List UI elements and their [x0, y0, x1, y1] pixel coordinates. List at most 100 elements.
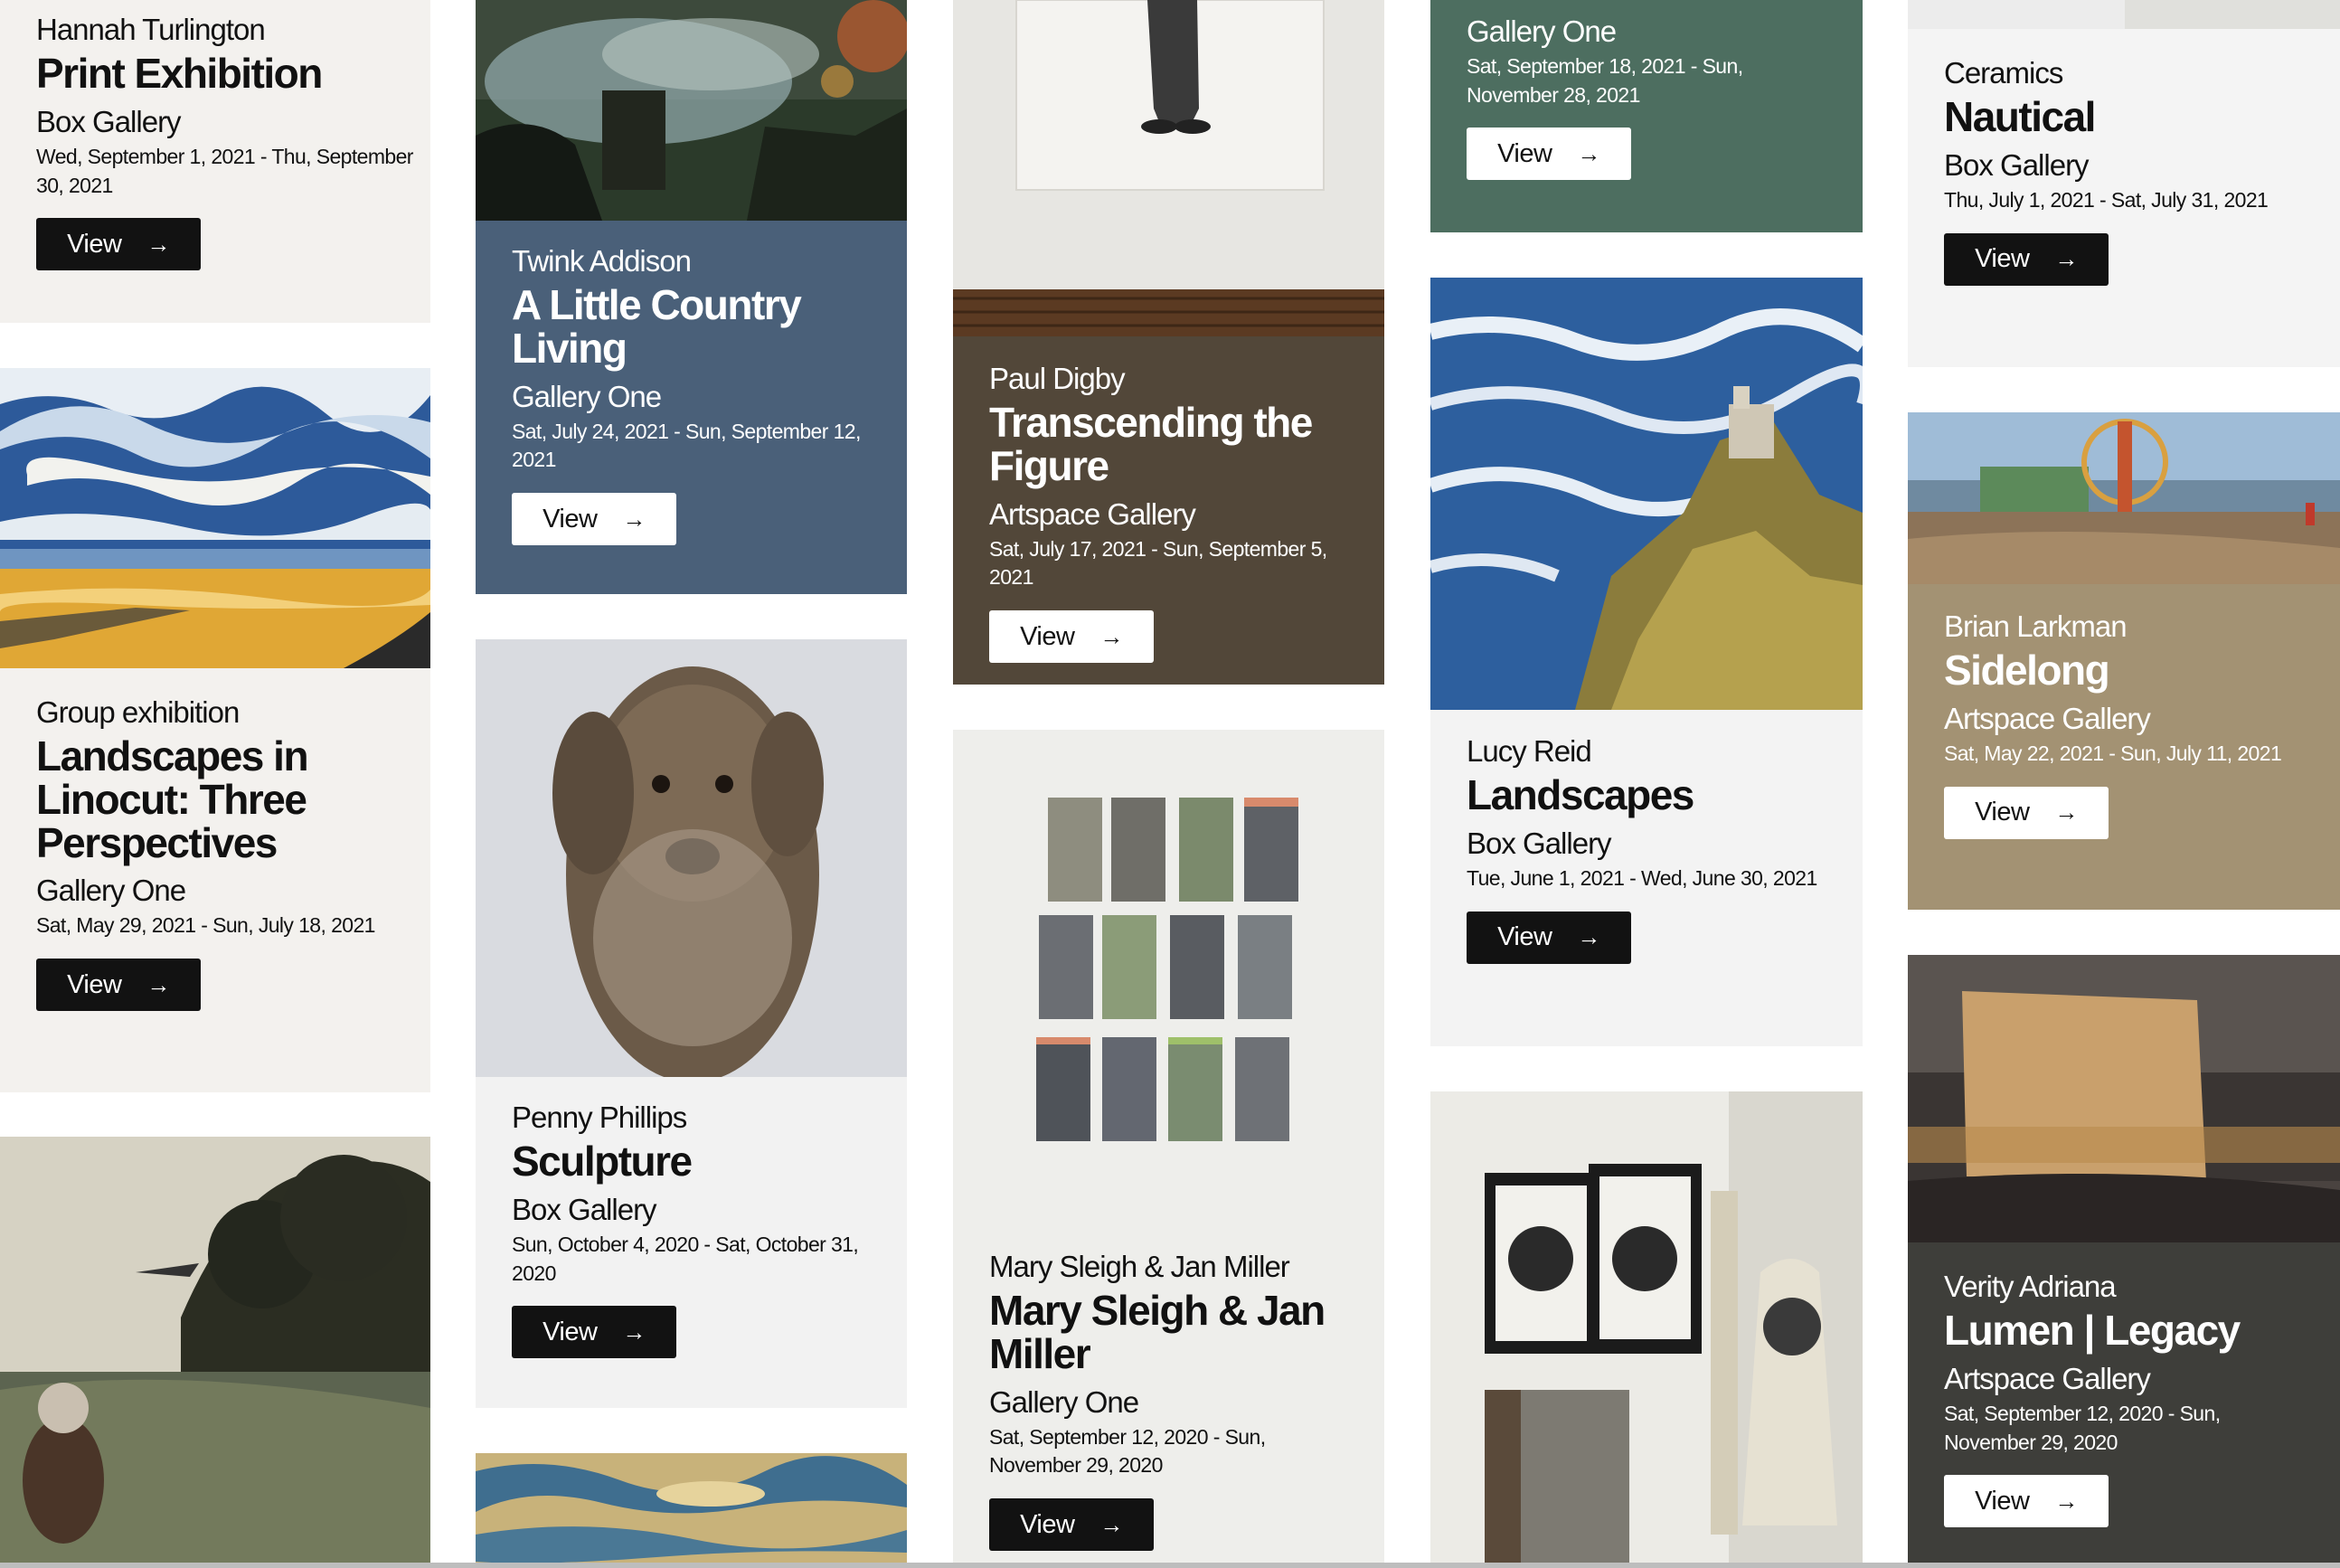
exhibition-image[interactable]: [953, 730, 1384, 1227]
view-button-label: View: [543, 504, 598, 534]
exhibition-image[interactable]: [1908, 955, 2340, 1242]
view-button[interactable]: View →: [512, 1306, 676, 1359]
card-dates: Sat, July 17, 2021 - Sun, September 5, 2…: [989, 536, 1327, 590]
card-title: Print Exhibition: [36, 50, 323, 97]
card-title: A Little Country Living: [512, 281, 802, 372]
view-button[interactable]: View →: [1467, 911, 1631, 964]
arrow-right-icon: →: [2054, 245, 2078, 273]
card-artist: Brian Larkman: [1944, 609, 2128, 643]
card-title: Sculpture: [512, 1138, 693, 1185]
exhibition-card-transcending-the-figure: Paul Digby Transcending the Figure Artsp…: [953, 0, 1384, 685]
exhibition-card-image-only: [0, 1137, 430, 1563]
card-dates: Tue, June 1, 2021 - Wed, June 30, 2021: [1467, 865, 1817, 890]
card-title: Sidelong: [1944, 647, 2110, 694]
exhibition-image[interactable]: [1908, 0, 2340, 29]
view-button[interactable]: View →: [1467, 128, 1631, 181]
view-button-label: View: [1975, 798, 2030, 827]
view-button[interactable]: View →: [989, 1498, 1154, 1552]
card-venue: Gallery One: [36, 874, 186, 908]
exhibition-image[interactable]: [0, 368, 430, 668]
card-venue: Box Gallery: [36, 104, 182, 138]
card-dates: Sat, May 22, 2021 - Sun, July 11, 2021: [1944, 741, 2282, 765]
view-button-label: View: [67, 969, 122, 999]
card-title: Mary Sleigh & Jan Miller: [989, 1287, 1326, 1377]
card-dates: Sat, September 12, 2020 - Sun, November …: [1944, 1401, 2221, 1454]
arrow-right-icon: →: [2054, 1487, 2078, 1515]
view-button-label: View: [67, 229, 122, 259]
card-dates: Sat, May 29, 2021 - Sun, July 18, 2021: [36, 913, 375, 938]
view-button-label: View: [1020, 1509, 1075, 1539]
card-title: Landscapes: [1467, 771, 1694, 818]
card-artist: Mary Sleigh & Jan Miller: [989, 1250, 1290, 1283]
arrow-right-icon: →: [1099, 1510, 1123, 1538]
view-button-label: View: [1497, 922, 1552, 952]
card-venue: Gallery One: [989, 1384, 1139, 1419]
card-dates: Thu, July 1, 2021 - Sat, July 31, 2021: [1944, 187, 2269, 212]
arrow-right-icon: →: [146, 970, 170, 998]
arrow-right-icon: →: [622, 1318, 646, 1346]
exhibition-image[interactable]: [1430, 1091, 1863, 1563]
card-artist: Twink Addison: [512, 244, 692, 278]
view-button[interactable]: View →: [36, 959, 201, 1012]
exhibition-card-nautical: Ceramics Nautical Box Gallery Thu, July …: [1908, 0, 2340, 367]
view-button[interactable]: View →: [36, 218, 201, 271]
exhibition-image[interactable]: [476, 639, 907, 1077]
exhibition-image[interactable]: [476, 0, 907, 221]
exhibition-image[interactable]: [1908, 412, 2340, 584]
card-artist: Ceramics: [1944, 56, 2063, 90]
exhibition-image[interactable]: [1430, 278, 1863, 710]
view-button[interactable]: View →: [989, 610, 1154, 664]
card-artist: Group exhibition: [36, 695, 240, 729]
card-venue: Gallery One: [512, 379, 662, 413]
card-title: Transcending the Figure: [989, 399, 1313, 489]
exhibition-card-sculpture: Penny Phillips Sculpture Box Gallery Sun…: [476, 639, 907, 1408]
card-dates: Sat, September 18, 2021 - Sun, November …: [1467, 54, 1743, 107]
card-venue: Gallery One: [1467, 14, 1617, 48]
exhibition-card-landscapes-in-linocut: Group exhibition Landscapes in Linocut: …: [0, 368, 430, 1092]
page-bottom-border: [0, 1563, 2340, 1568]
card-dates: Sun, October 4, 2020 - Sat, October 31, …: [512, 1232, 859, 1285]
exhibition-card-gallery-one-partial: Gallery One Sat, September 18, 2021 - Su…: [1430, 0, 1863, 232]
card-artist: Verity Adriana: [1944, 1270, 2117, 1303]
card-venue: Artspace Gallery: [1944, 701, 2151, 735]
view-button[interactable]: View →: [512, 493, 676, 546]
exhibition-card-mary-sleigh-jan-miller: Mary Sleigh & Jan Miller Mary Sleigh & J…: [953, 730, 1384, 1563]
card-title: Nautical: [1944, 93, 2096, 140]
exhibition-card-a-little-country-living: Twink Addison A Little Country Living Ga…: [476, 0, 907, 594]
card-venue: Box Gallery: [1944, 147, 2090, 182]
view-button-label: View: [1497, 138, 1552, 168]
view-button[interactable]: View →: [1944, 786, 2109, 839]
exhibition-card-lumen-legacy: Verity Adriana Lumen | Legacy Artspace G…: [1908, 955, 2340, 1563]
card-artist: Paul Digby: [989, 362, 1126, 395]
card-dates: Wed, September 1, 2021 - Thu, September …: [36, 144, 413, 197]
card-venue: Artspace Gallery: [1944, 1361, 2151, 1395]
arrow-right-icon: →: [146, 230, 170, 258]
card-venue: Box Gallery: [1467, 826, 1612, 860]
view-button-label: View: [1020, 621, 1075, 651]
arrow-right-icon: →: [1577, 139, 1600, 167]
exhibition-card-sidelong: Brian Larkman Sidelong Artspace Gallery …: [1908, 412, 2340, 910]
exhibition-card-image-only: [1430, 1091, 1863, 1563]
arrow-right-icon: →: [1099, 622, 1123, 650]
card-dates: Sat, September 12, 2020 - Sun, November …: [989, 1424, 1266, 1478]
view-button[interactable]: View →: [1944, 232, 2109, 286]
exhibition-card-landscapes: Lucy Reid Landscapes Box Gallery Tue, Ju…: [1430, 278, 1863, 1046]
card-dates: Sat, July 24, 2021 - Sun, September 12, …: [512, 419, 861, 472]
view-button-label: View: [1975, 1486, 2030, 1516]
exhibition-image[interactable]: [953, 0, 1384, 336]
view-button-label: View: [543, 1317, 598, 1346]
view-button-label: View: [1975, 244, 2030, 274]
card-venue: Artspace Gallery: [989, 496, 1196, 531]
arrow-right-icon: →: [1577, 923, 1600, 951]
arrow-right-icon: →: [2054, 798, 2078, 827]
card-venue: Box Gallery: [512, 1192, 657, 1226]
card-title: Landscapes in Linocut: Three Perspective…: [36, 732, 309, 866]
card-artist: Lucy Reid: [1467, 734, 1592, 768]
card-artist: Penny Phillips: [512, 1100, 687, 1134]
card-artist: Hannah Turlington: [36, 13, 266, 46]
card-title: Lumen | Legacy: [1944, 1307, 2241, 1354]
view-button[interactable]: View →: [1944, 1475, 2109, 1528]
exhibition-image[interactable]: [0, 1137, 430, 1563]
exhibition-card-print-exhibition: Hannah Turlington Print Exhibition Box G…: [0, 0, 430, 323]
exhibition-image[interactable]: [476, 1453, 907, 1563]
